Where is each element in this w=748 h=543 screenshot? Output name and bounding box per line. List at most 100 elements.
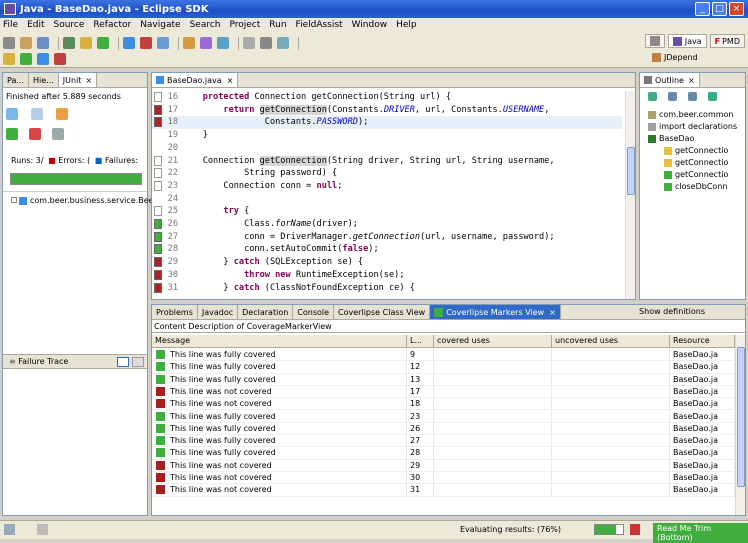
- readme-trim-button[interactable]: Read Me Trim (Bottom): [653, 523, 748, 543]
- table-row[interactable]: This line was not covered 29 BaseDao.ja: [152, 459, 735, 472]
- table-row[interactable]: This line was not covered 30 BaseDao.ja: [152, 472, 735, 485]
- back-icon[interactable]: [243, 37, 255, 49]
- table-row[interactable]: This line was fully covered 26 BaseDao.ja: [152, 422, 735, 436]
- notification-icon[interactable]: [37, 524, 48, 535]
- refresh-icon[interactable]: [37, 53, 49, 65]
- run-tests-icon[interactable]: [6, 128, 18, 140]
- table-row[interactable]: This line was fully covered 9 BaseDao.ja: [152, 349, 735, 362]
- table-row[interactable]: This line was fully covered 28 BaseDao.ja: [152, 447, 735, 460]
- menu-project[interactable]: Project: [229, 20, 260, 30]
- column-header[interactable]: covered uses: [434, 335, 552, 348]
- history-icon[interactable]: [52, 128, 64, 140]
- outline-item[interactable]: getConnectio: [664, 169, 728, 180]
- close-junit-icon[interactable]: ×: [85, 76, 92, 85]
- table-row[interactable]: This line was not covered 17 BaseDao.ja: [152, 385, 735, 399]
- hide-nonpublic-icon[interactable]: [708, 92, 717, 101]
- hide-static-icon[interactable]: [688, 92, 697, 101]
- tab-left-1[interactable]: Hie...: [29, 73, 59, 87]
- menu-file[interactable]: File: [3, 20, 18, 30]
- table-scrollbar-thumb[interactable]: [737, 347, 745, 487]
- tab-coverlipse-markers-view[interactable]: Coverlipse Markers View ×: [430, 305, 561, 319]
- fast-view-icon[interactable]: [4, 524, 15, 535]
- tab-javadoc[interactable]: Javadoc: [197, 305, 239, 319]
- perspective-java[interactable]: Java: [667, 34, 707, 48]
- code-editor[interactable]: 16 protected Connection getConnection(St…: [152, 91, 622, 297]
- perspective-pmd[interactable]: F PMD: [709, 34, 745, 48]
- maximize-icon[interactable]: □: [712, 2, 727, 16]
- tab-coverlipse-class-view[interactable]: Coverlipse Class View: [334, 305, 431, 319]
- tab-declaration[interactable]: Declaration: [238, 305, 294, 319]
- pin-icon[interactable]: [277, 37, 289, 49]
- tab-console[interactable]: Console: [293, 305, 335, 319]
- next-annotation-icon[interactable]: [217, 37, 229, 49]
- sort-icon[interactable]: [648, 92, 657, 101]
- editor-tab-basedao[interactable]: BaseDao.java ×: [152, 73, 239, 87]
- outline-item[interactable]: getConnectio: [664, 145, 728, 156]
- open-resource-icon[interactable]: [200, 37, 212, 49]
- filter-stack-icon[interactable]: [117, 357, 129, 367]
- stop-operation-icon[interactable]: [630, 524, 640, 535]
- open-perspective-button[interactable]: [644, 34, 665, 48]
- minimize-icon[interactable]: _: [695, 2, 710, 16]
- table-row[interactable]: This line was fully covered 13 BaseDao.ja: [152, 373, 735, 386]
- outline-item[interactable]: getConnectio: [664, 157, 728, 168]
- close-tab-icon[interactable]: ×: [227, 76, 234, 85]
- forward-icon[interactable]: [260, 37, 272, 49]
- menu-fieldassist[interactable]: FieldAssist: [296, 20, 343, 30]
- run-icon[interactable]: [80, 37, 92, 49]
- menu-refactor[interactable]: Refactor: [93, 20, 131, 30]
- menu-navigate[interactable]: Navigate: [140, 20, 180, 30]
- column-header[interactable]: uncovered uses: [552, 335, 670, 348]
- column-header[interactable]: Resource: [670, 335, 735, 348]
- menu-help[interactable]: Help: [396, 20, 417, 30]
- new-icon[interactable]: [3, 37, 15, 49]
- open-project-icon[interactable]: [3, 53, 15, 65]
- column-header[interactable]: Message: [152, 335, 407, 348]
- outline-item[interactable]: closeDbConn: [664, 181, 727, 192]
- outline-item[interactable]: BaseDao: [648, 133, 694, 144]
- menu-source[interactable]: Source: [54, 20, 85, 30]
- outline-item[interactable]: com.beer.common: [648, 109, 734, 120]
- build-icon[interactable]: [20, 53, 32, 65]
- search-icon[interactable]: [140, 37, 152, 49]
- next-failure-icon[interactable]: [6, 108, 18, 120]
- show-definitions-button[interactable]: Show definitions: [639, 307, 705, 316]
- close-outline-icon[interactable]: ×: [688, 76, 695, 85]
- tab-junit[interactable]: JUnit ×: [58, 73, 98, 87]
- table-row[interactable]: This line was not covered 18 BaseDao.ja: [152, 398, 735, 411]
- open-type-icon[interactable]: [157, 37, 169, 49]
- expand-icon[interactable]: [11, 197, 17, 203]
- close-markers-tab-icon[interactable]: ×: [549, 308, 556, 317]
- editor-scrollbar-thumb[interactable]: [627, 147, 635, 195]
- outline-item[interactable]: import declarations: [648, 121, 737, 132]
- test-tree-item[interactable]: com.beer.business.service.Bee: [11, 196, 154, 205]
- save-icon[interactable]: [20, 37, 32, 49]
- perspective-jdepend[interactable]: JDepend: [652, 53, 698, 62]
- debug-icon[interactable]: [63, 37, 75, 49]
- menu-search[interactable]: Search: [190, 20, 221, 30]
- run-menu-icon[interactable]: [97, 37, 109, 49]
- table-row[interactable]: This line was fully covered 23 BaseDao.ja: [152, 410, 735, 423]
- menu-edit[interactable]: Edit: [27, 20, 44, 30]
- table-row[interactable]: This line was fully covered 27 BaseDao.ja: [152, 435, 735, 448]
- column-header[interactable]: L...: [407, 335, 434, 348]
- external-tools-icon[interactable]: [123, 37, 135, 49]
- table-row[interactable]: This line was fully covered 12 BaseDao.ja: [152, 361, 735, 374]
- open-task-icon[interactable]: [183, 37, 195, 49]
- close-icon[interactable]: ×: [729, 2, 744, 16]
- print-icon[interactable]: [37, 37, 49, 49]
- tab-problems[interactable]: Problems: [152, 305, 198, 319]
- tab-outline[interactable]: Outline ×: [640, 73, 700, 87]
- compare-icon[interactable]: [132, 357, 144, 367]
- table-scrollbar[interactable]: [735, 335, 745, 515]
- tab-left-0[interactable]: Pa...: [3, 73, 29, 87]
- table-row[interactable]: This line was not covered 31 BaseDao.ja: [152, 484, 735, 497]
- coverlipse-icon[interactable]: [54, 53, 66, 65]
- stop-icon[interactable]: [29, 128, 41, 140]
- menu-run[interactable]: Run: [269, 20, 286, 30]
- editor-scrollbar[interactable]: [625, 91, 635, 299]
- hide-fields-icon[interactable]: [668, 92, 677, 101]
- previous-failure-icon[interactable]: [31, 108, 43, 120]
- menu-window[interactable]: Window: [352, 20, 388, 30]
- rerun-icon[interactable]: [56, 108, 68, 120]
